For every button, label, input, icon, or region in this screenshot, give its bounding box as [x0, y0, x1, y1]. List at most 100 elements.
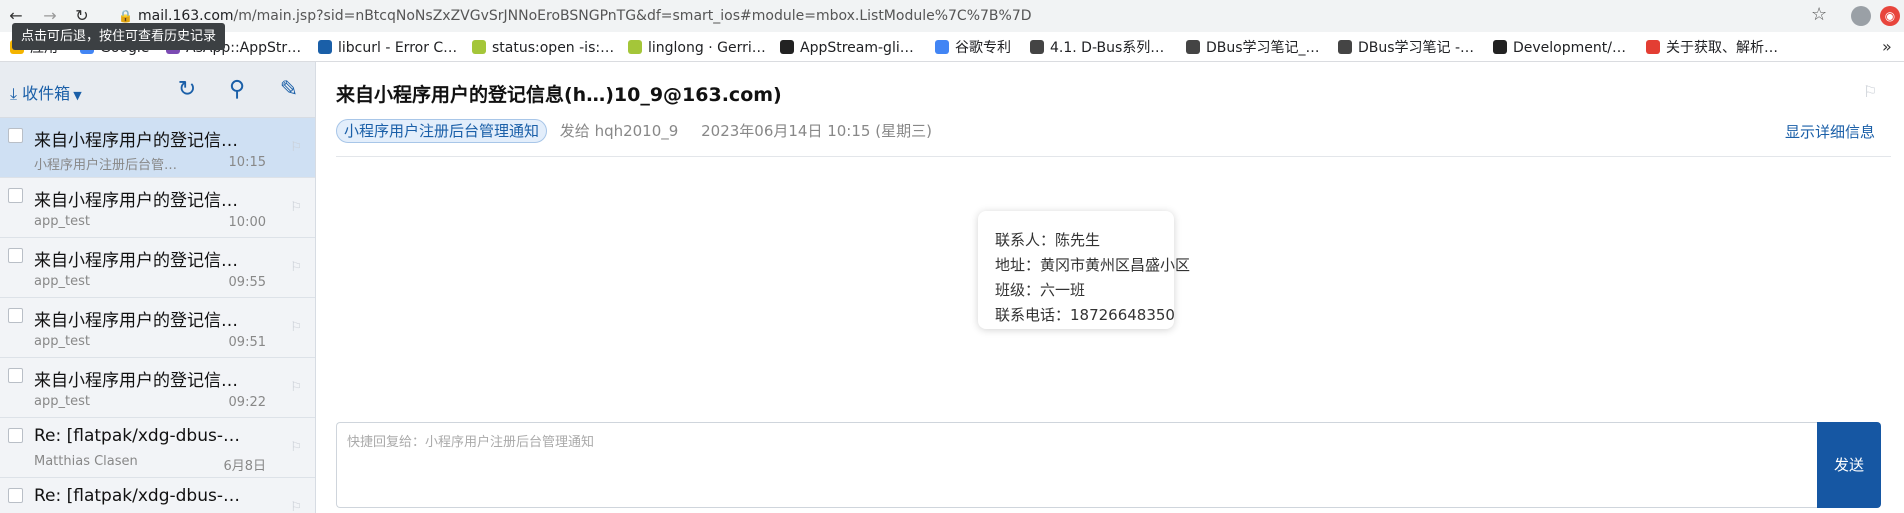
bookmark-star-icon[interactable]: ☆ — [1811, 4, 1827, 25]
recipient-text: 发给 hqh2010_9 — [559, 122, 679, 140]
phone-line: 联系电话：18726648350 — [995, 306, 1175, 324]
note-icon — [1186, 40, 1200, 54]
flag-icon[interactable]: ⚐ — [290, 140, 302, 155]
select-checkbox[interactable] — [8, 188, 23, 203]
flag-icon[interactable]: ⚐ — [1863, 82, 1877, 101]
bookmark-item[interactable]: linglong · Gerri… — [628, 38, 766, 58]
back-tooltip: 点击可后退，按住可查看历史记录 — [12, 23, 226, 50]
bookmark-item[interactable]: 关于获取、解析… — [1646, 38, 1778, 58]
mail-subject: 来自小程序用户的登记信… — [34, 371, 238, 391]
mail-time: 09:55 — [228, 275, 266, 290]
mail-list-item[interactable]: 来自小程序用户的登记信… app_test 09:55 ⚐ — [0, 238, 315, 298]
flag-icon[interactable]: ⚐ — [290, 380, 302, 395]
book-icon — [1030, 40, 1044, 54]
url-host: mail.163.com — [138, 8, 234, 24]
mail-app: ⤓ 收件箱 ▼ ↻ ⚲ ✎ 来自小程序用户的登记信… 小程序用户注册后台管… 10:1… — [0, 62, 1904, 513]
mail-sender: app_test — [34, 334, 90, 349]
mail-sender: app_test — [34, 394, 90, 409]
mail-sender: Matthias Clasen — [34, 454, 138, 469]
bookmark-label: status:open -is:… — [492, 40, 615, 56]
search-icon[interactable]: ⚲ — [224, 77, 250, 103]
mail-list-item[interactable]: 来自小程序用户的登记信… app_test 10:00 ⚐ — [0, 178, 315, 238]
bookmark-item[interactable]: DBus学习笔记_… — [1186, 38, 1320, 58]
bookmark-item[interactable]: Development/… — [1493, 38, 1626, 58]
address-line: 地址：黄冈市黄州区昌盛小区 — [995, 256, 1191, 274]
bookmark-item[interactable]: DBus学习笔记 -… — [1338, 38, 1474, 58]
select-checkbox[interactable] — [8, 308, 23, 323]
select-checkbox[interactable] — [8, 368, 23, 383]
divider — [336, 156, 1891, 157]
folder-label: 收件箱 — [22, 84, 71, 103]
flag-icon[interactable]: ⚐ — [290, 260, 302, 275]
caret-down-icon: ▼ — [73, 89, 82, 102]
mail-list-item[interactable]: 来自小程序用户的登记信… 小程序用户注册后台管… 10:15 ⚐ — [0, 118, 315, 178]
message-view: 来自小程序用户的登记信息(h…)10_9@163.com) ⚐ 小程序用户注册后… — [317, 62, 1904, 513]
mail-list-item[interactable]: 来自小程序用户的登记信… app_test 09:22 ⚐ — [0, 358, 315, 418]
mail-time: 09:22 — [228, 395, 266, 410]
bookmarks-bar: 应用GoogleAsApp::AppStr…libcurl - Error C…… — [0, 32, 1904, 62]
bookmarks-more-button[interactable]: » — [1882, 37, 1892, 56]
class-line: 班级：六一班 — [995, 281, 1086, 299]
bookmark-label: 关于获取、解析… — [1666, 40, 1778, 56]
bookmark-item[interactable]: 4.1. D-Bus系列… — [1030, 38, 1164, 58]
compose-icon[interactable]: ✎ — [276, 77, 302, 103]
mail-subject: 来自小程序用户的登记信… — [34, 251, 238, 271]
mail-subject: Re: [flatpak/xdg-dbus-pro… — [34, 486, 244, 506]
bookmark-label: DBus学习笔记 -… — [1358, 40, 1475, 56]
sidebar-header: ⤓ 收件箱 ▼ ↻ ⚲ ✎ — [0, 62, 315, 118]
mail-subject: 来自小程序用户的登记信… — [34, 191, 238, 211]
select-checkbox[interactable] — [8, 488, 23, 503]
mail-list-item[interactable]: 来自小程序用户的登记信… app_test 09:51 ⚐ — [0, 298, 315, 358]
profile-avatar[interactable] — [1851, 6, 1871, 26]
github-icon — [780, 40, 794, 54]
bookmark-label: libcurl - Error C… — [338, 40, 458, 56]
address-bar[interactable]: 🔒 mail.163.com/m/main.jsp?sid=nBtcqNoNsZ… — [112, 3, 1822, 29]
bookmark-label: 谷歌专利 — [955, 40, 1011, 56]
mail-time: 10:00 — [228, 215, 266, 230]
mail-list-item[interactable]: Re: [flatpak/xdg-dbus-pro… Matthias Clase… — [0, 418, 315, 478]
gerrit-icon — [628, 40, 642, 54]
bookmark-item[interactable]: 谷歌专利 — [935, 38, 1011, 58]
select-checkbox[interactable] — [8, 248, 23, 263]
registration-card: 联系人：陈先生 地址：黄冈市黄州区昌盛小区 班级：六一班 联系电话：187266… — [978, 211, 1191, 329]
bookmark-item[interactable]: AppStream-gli… — [780, 38, 914, 58]
mail-time: 6月8日 — [223, 459, 266, 474]
bookmark-label: DBus学习笔记_… — [1206, 40, 1320, 56]
select-checkbox[interactable] — [8, 128, 23, 143]
show-detail-link[interactable]: 显示详细信息 — [1785, 121, 1875, 142]
quick-reply-input[interactable]: 快捷回复给：小程序用户注册后台管理通知 — [336, 422, 1817, 508]
mail-sender: app_test — [34, 274, 90, 289]
note-icon — [1338, 40, 1352, 54]
mail-time: 09:51 — [228, 335, 266, 350]
bookmark-item[interactable]: libcurl - Error C… — [318, 38, 457, 58]
flag-icon[interactable]: ⚐ — [290, 200, 302, 215]
url-path: /m/main.jsp?sid=nBtcqNoNsZxZVGvSrJNNoEro… — [233, 8, 1032, 24]
curl-icon — [318, 40, 332, 54]
mail-sidebar: ⤓ 收件箱 ▼ ↻ ⚲ ✎ 来自小程序用户的登记信… 小程序用户注册后台管… 10:1… — [0, 62, 316, 513]
refresh-icon[interactable]: ↻ — [174, 77, 200, 103]
mail-sender: 小程序用户注册后台管… — [34, 158, 178, 173]
mail-list: 来自小程序用户的登记信… 小程序用户注册后台管… 10:15 ⚐ 来自小程序用户的登记信… — [0, 118, 315, 513]
bookmark-label: Development/… — [1513, 40, 1626, 56]
flag-icon[interactable]: ⚐ — [290, 440, 302, 455]
select-checkbox[interactable] — [8, 428, 23, 443]
date-text: 2023年06月14日 10:15 (星期三) — [701, 122, 932, 140]
sender-tag[interactable]: 小程序用户注册后台管理通知 — [336, 119, 548, 143]
flag-icon[interactable]: ⚐ — [290, 500, 302, 513]
message-meta: 小程序用户注册后台管理通知 发给 hqh2010_9 2023年06月14日 1… — [336, 119, 950, 143]
reply-placeholder: 快捷回复给：小程序用户注册后台管理通知 — [347, 435, 595, 450]
mail-list-item[interactable]: Re: [flatpak/xdg-dbus-pro…Matthias Clase… — [0, 478, 315, 513]
google-icon — [935, 40, 949, 54]
flag-icon[interactable]: ⚐ — [290, 320, 302, 335]
bookmark-label: linglong · Gerri… — [648, 40, 766, 56]
browser-toolbar: ← → ↻ 🔒 mail.163.com/m/main.jsp?sid=nBtc… — [0, 0, 1904, 32]
message-title: 来自小程序用户的登记信息(h…)10_9@163.com) — [336, 84, 782, 106]
extension-icon[interactable]: ◉ — [1880, 6, 1900, 26]
mail-subject: Re: [flatpak/xdg-dbus-pro… — [34, 426, 244, 446]
mail-subject: 来自小程序用户的登记信… — [34, 131, 238, 151]
mail-time: 10:15 — [228, 155, 266, 170]
folder-selector[interactable]: ⤓ 收件箱 ▼ — [10, 80, 82, 104]
csdn-icon — [1646, 40, 1660, 54]
bookmark-item[interactable]: status:open -is:… — [472, 38, 614, 58]
send-button[interactable]: 发送 — [1817, 422, 1881, 508]
